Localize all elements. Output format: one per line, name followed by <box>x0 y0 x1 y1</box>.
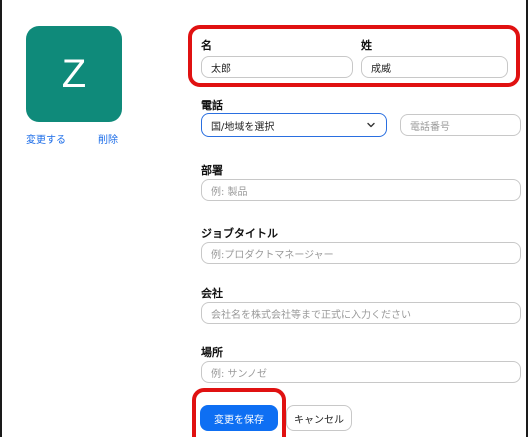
delete-avatar-link[interactable]: 削除 <box>98 131 118 146</box>
change-avatar-link[interactable]: 変更する <box>26 131 66 146</box>
phone-label: 電話 <box>201 99 223 112</box>
avatar-initial: Z <box>61 51 87 96</box>
country-select-value: 国/地域を選択 <box>211 121 275 133</box>
last-name-label: 姓 <box>361 39 372 52</box>
department-input[interactable]: 例: 製品 <box>201 179 521 201</box>
location-input[interactable]: 例: サンノゼ <box>201 361 521 383</box>
window-border-right <box>526 0 528 437</box>
window-border-left <box>0 0 2 437</box>
job-title-input[interactable]: 例:プロダクトマネージャー <box>201 242 521 264</box>
phone-number-input[interactable]: 電話番号 <box>400 114 521 136</box>
job-title-label: ジョブタイトル <box>201 227 278 240</box>
chevron-down-icon <box>367 122 375 128</box>
avatar[interactable]: Z <box>26 26 122 122</box>
last-name-input[interactable]: 成威 <box>361 56 508 78</box>
cancel-button[interactable]: キャンセル <box>286 405 352 431</box>
first-name-label: 名 <box>201 39 212 52</box>
company-input[interactable]: 会社名を株式会社等まで正式に入力ください <box>201 302 521 324</box>
first-name-input[interactable]: 太郎 <box>201 56 353 78</box>
company-label: 会社 <box>201 287 223 300</box>
country-select[interactable]: 国/地域を選択 <box>201 113 387 137</box>
save-changes-button[interactable]: 変更を保存 <box>200 405 278 431</box>
department-label: 部署 <box>201 164 223 177</box>
location-label: 場所 <box>201 346 223 359</box>
